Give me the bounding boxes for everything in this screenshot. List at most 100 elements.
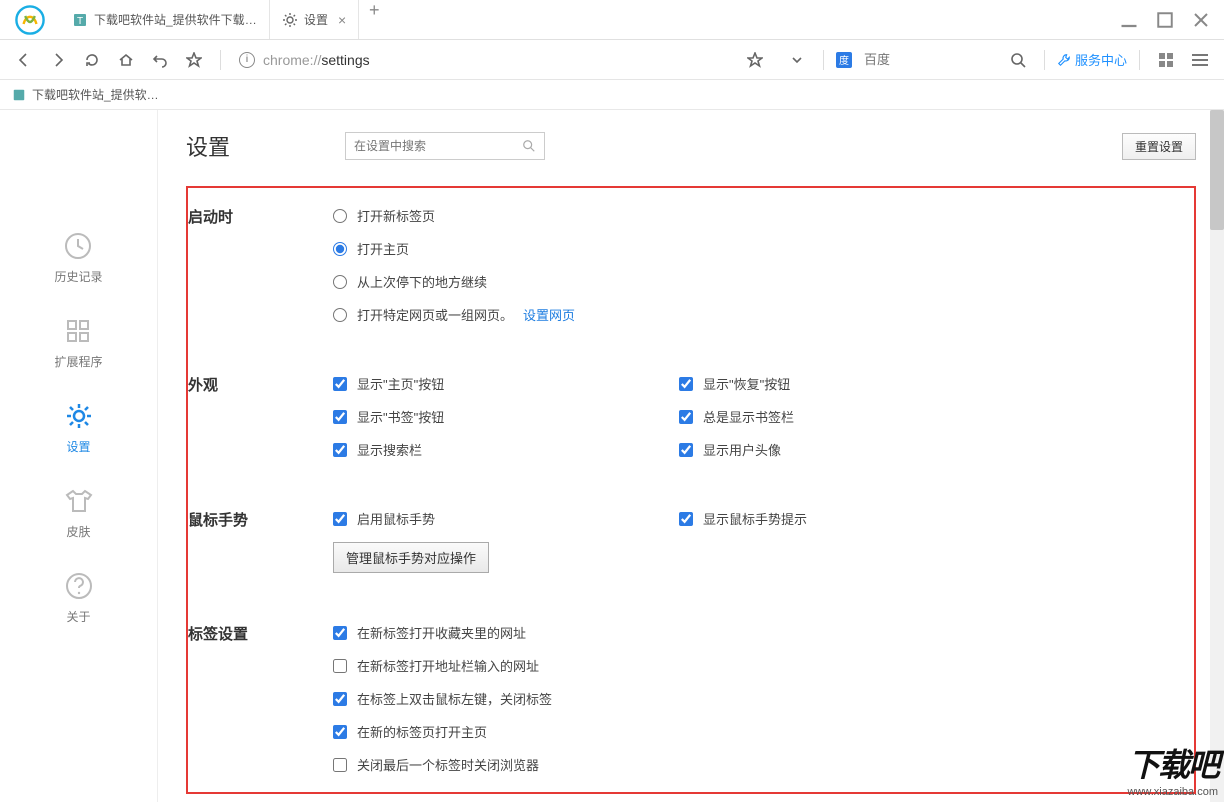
maximize-button[interactable] [1156,11,1174,29]
main-area: 历史记录 扩展程序 设置 皮肤 关于 设置 重 [0,110,1224,802]
startup-option-homepage[interactable]: 打开主页 [333,239,1194,258]
close-button[interactable] [1192,11,1210,29]
section-title: 标签设置 [188,623,333,774]
address-bar[interactable]: i chrome://settings [239,52,370,68]
search-icon[interactable] [1004,46,1032,74]
svg-text:T: T [77,16,83,27]
tabs-dblclick-close[interactable]: 在标签上双击鼠标左键，关闭标签 [333,689,1194,708]
option-label: 关闭最后一个标签时关闭浏览器 [357,755,539,774]
minimize-button[interactable] [1120,11,1138,29]
section-title: 启动时 [188,206,333,324]
bookmark-item[interactable]: 下载吧软件站_提供软… [12,86,159,103]
clock-icon [62,230,94,262]
sidebar-item-settings[interactable]: 设置 [63,400,95,455]
app-logo [0,0,60,40]
highlighted-region: 启动时 打开新标签页 打开主页 从上次停下的地方继续 打开特定网页或一组网页。 … [186,186,1196,794]
gear-icon [63,400,95,432]
sidebar-item-extensions[interactable]: 扩展程序 [54,315,102,370]
search-engine-icon[interactable]: 度 [836,52,852,68]
scrollbar-thumb[interactable] [1210,110,1224,230]
watermark: 下载吧 www.xiazaiba.com [1128,740,1218,798]
sidebar-item-skin[interactable]: 皮肤 [63,485,95,540]
separator [823,50,824,70]
sidebar-label: 扩展程序 [54,353,102,370]
appearance-search-bar[interactable]: 显示搜索栏 [333,440,679,459]
page-title: 设置 [186,130,230,162]
settings-sidebar: 历史记录 扩展程序 设置 皮肤 关于 [0,110,158,802]
startup-option-continue[interactable]: 从上次停下的地方继续 [333,272,1194,291]
sidebar-item-history[interactable]: 历史记录 [54,230,102,285]
settings-search-input[interactable] [354,139,522,153]
menu-button[interactable] [1186,46,1214,74]
watermark-url: www.xiazaiba.com [1128,786,1218,798]
startup-option-specific[interactable]: 打开特定网页或一组网页。 设置网页 [333,305,1194,324]
option-label: 显示搜索栏 [357,440,422,459]
service-center-label: 服务中心 [1075,50,1127,69]
wrench-icon [1057,53,1071,67]
star-button[interactable] [180,46,208,74]
set-pages-link[interactable]: 设置网页 [523,305,575,324]
separator [1139,50,1140,70]
option-label: 打开新标签页 [357,206,435,225]
section-title: 鼠标手势 [188,509,333,573]
tabs-close-last[interactable]: 关闭最后一个标签时关闭浏览器 [333,755,1194,774]
mouse-enable[interactable]: 启用鼠标手势 [333,509,679,528]
back-button[interactable] [10,46,38,74]
sidebar-label: 皮肤 [66,523,90,540]
option-label: 显示"恢复"按钮 [703,374,790,393]
startup-option-newtab[interactable]: 打开新标签页 [333,206,1194,225]
scrollbar-track[interactable] [1210,110,1224,802]
section-tab-settings: 标签设置 在新标签打开收藏夹里的网址 在新标签打开地址栏输入的网址 在标签上双击… [188,613,1194,774]
tabs-open-addr[interactable]: 在新标签打开地址栏输入的网址 [333,656,1194,675]
bookmark-star-button[interactable] [741,46,769,74]
close-icon[interactable]: × [338,12,346,28]
reload-button[interactable] [78,46,106,74]
option-label: 显示用户头像 [703,440,781,459]
option-label: 打开主页 [357,239,409,258]
info-icon[interactable]: i [239,52,255,68]
window-controls [1120,11,1224,29]
separator [1044,50,1045,70]
tabs-new-homepage[interactable]: 在新的标签页打开主页 [333,722,1194,741]
option-label: 总是显示书签栏 [703,407,794,426]
appearance-always-bookmarks[interactable]: 总是显示书签栏 [679,407,1194,426]
section-title: 外观 [188,374,333,459]
search-input[interactable] [858,52,998,67]
dropdown-icon[interactable] [783,46,811,74]
reset-settings-button[interactable]: 重置设置 [1122,133,1196,160]
appearance-avatar[interactable]: 显示用户头像 [679,440,1194,459]
settings-content: 设置 重置设置 启动时 打开新标签页 打开主页 从上次停下的地方继续 打开特定网… [158,110,1224,802]
appearance-bookmark-button[interactable]: 显示"书签"按钮 [333,407,679,426]
appearance-home-button[interactable]: 显示"主页"按钮 [333,374,679,393]
option-label: 在新的标签页打开主页 [357,722,487,741]
sidebar-label: 设置 [66,438,90,455]
settings-header: 设置 重置设置 [186,130,1196,162]
tab-item[interactable]: T 下载吧软件站_提供软件下载,手机… [60,0,270,39]
home-button[interactable] [112,46,140,74]
forward-button[interactable] [44,46,72,74]
separator [220,50,221,70]
bookmark-label: 下载吧软件站_提供软… [32,86,159,103]
option-label: 在新标签打开收藏夹里的网址 [357,623,526,642]
mouse-hint[interactable]: 显示鼠标手势提示 [679,509,1194,528]
service-center-link[interactable]: 服务中心 [1057,50,1127,69]
appearance-restore-button[interactable]: 显示"恢复"按钮 [679,374,1194,393]
tab-item-active[interactable]: 设置 × [270,0,359,39]
sidebar-label: 关于 [66,608,90,625]
grid-icon [62,315,94,347]
manage-gestures-button[interactable]: 管理鼠标手势对应操作 [333,542,489,573]
option-label: 从上次停下的地方继续 [357,272,487,291]
section-appearance: 外观 显示"主页"按钮 显示"恢复"按钮 显示"书签"按钮 总是显示书签栏 显示… [188,364,1194,499]
new-tab-button[interactable]: + [359,0,389,39]
option-label: 在标签上双击鼠标左键，关闭标签 [357,689,552,708]
sidebar-item-about[interactable]: 关于 [63,570,95,625]
tabs-open-fav[interactable]: 在新标签打开收藏夹里的网址 [333,623,1194,642]
tab-strip: T 下载吧软件站_提供软件下载,手机… 设置 × + [60,0,389,39]
watermark-text: 下载吧 [1128,740,1218,786]
qr-icon[interactable] [1152,46,1180,74]
tab-label: 设置 [304,11,328,28]
undo-button[interactable] [146,46,174,74]
settings-search[interactable] [345,132,545,160]
gear-icon [282,12,298,28]
section-startup: 启动时 打开新标签页 打开主页 从上次停下的地方继续 打开特定网页或一组网页。 … [188,206,1194,364]
